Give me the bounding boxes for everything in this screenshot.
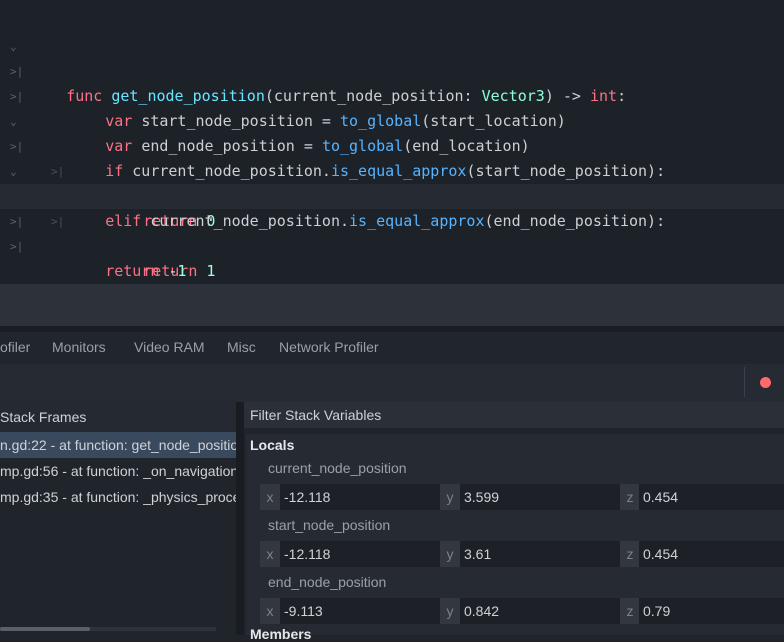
stack-frame-item[interactable]: n.gd:22 - at function: get_node_position — [0, 432, 236, 458]
variable-name: start_node_position — [268, 517, 391, 533]
code-line[interactable]: >| var start_node_position = to_global(s… — [0, 34, 784, 130]
editor-status-bar — [0, 284, 784, 326]
code-line-current[interactable]: >| return -1 — [0, 184, 784, 280]
tab-video-ram[interactable]: Video RAM — [134, 339, 205, 355]
vector-z-field[interactable]: 0.454 — [639, 484, 784, 510]
tab-misc[interactable]: Misc — [227, 339, 256, 355]
stack-frame-item[interactable]: mp.gd:35 - at function: _physics_process — [0, 484, 236, 510]
code-token: -1 — [168, 262, 187, 280]
code-line[interactable]: >| — [0, 209, 784, 253]
code-line[interactable]: ⌄ func get_node_position(current_node_po… — [0, 9, 784, 105]
code-line[interactable]: >| >| return 0 — [0, 109, 784, 230]
vector-z-field[interactable]: 0.79 — [639, 598, 784, 624]
code-token: 1 — [206, 262, 216, 280]
axis-z-label: z — [620, 484, 640, 510]
filter-stack-variables-input[interactable]: Filter Stack Variables — [244, 402, 784, 428]
code-token: return — [105, 262, 169, 280]
vector-x-field[interactable]: -9.113 — [280, 598, 440, 624]
tab-indent-icon: >| — [10, 240, 24, 253]
tab-profiler[interactable]: ofiler — [0, 339, 30, 355]
record-icon[interactable] — [760, 377, 771, 388]
vector-y-field[interactable]: 3.599 — [460, 484, 620, 510]
vector-x-field[interactable]: -12.118 — [280, 541, 440, 567]
tab-network-profiler[interactable]: Network Profiler — [279, 339, 379, 355]
code-line[interactable]: >| >| return 1 — [0, 159, 784, 280]
debugger-tabs: ofiler Monitors Video RAM Misc Network P… — [0, 332, 784, 364]
vector-y-field[interactable]: 0.842 — [460, 598, 620, 624]
axis-y-label: y — [440, 541, 460, 567]
filter-label: Filter Stack Variables — [250, 407, 382, 423]
stack-frames-header: Stack Frames — [0, 402, 236, 432]
axis-z-label: z — [620, 541, 640, 567]
axis-x-label: x — [260, 484, 280, 510]
axis-x-label: x — [260, 598, 280, 624]
scrollbar-thumb[interactable] — [0, 627, 90, 631]
code-line[interactable]: >| var end_node_position = to_global(end… — [0, 59, 784, 155]
vector-x-field[interactable]: -12.118 — [280, 484, 440, 510]
toolbar-divider — [744, 367, 745, 397]
members-section-label[interactable]: Members — [250, 626, 311, 642]
vector-z-field[interactable]: 0.454 — [639, 541, 784, 567]
axis-z-label: z — [620, 598, 640, 624]
locals-section-label[interactable]: Locals — [250, 437, 294, 453]
axis-x-label: x — [260, 541, 280, 567]
code-editor[interactable]: ⌄ func get_node_position(current_node_po… — [0, 0, 784, 284]
variable-name: current_node_position — [268, 460, 407, 476]
variable-name: end_node_position — [268, 574, 387, 590]
debugger-toolbar — [0, 364, 784, 402]
code-line[interactable]: ⌄ if current_node_position.is_equal_appr… — [0, 84, 784, 180]
vector-y-field[interactable]: 3.61 — [460, 541, 620, 567]
panel-divider[interactable] — [236, 402, 244, 635]
tab-monitors[interactable]: Monitors — [52, 339, 106, 355]
axis-y-label: y — [440, 598, 460, 624]
axis-y-label: y — [440, 484, 460, 510]
stack-frame-item[interactable]: mp.gd:56 - at function: _on_navigation_f… — [0, 458, 236, 484]
code-line[interactable]: ⌄ elif current_node_position.is_equal_ap… — [0, 134, 784, 230]
